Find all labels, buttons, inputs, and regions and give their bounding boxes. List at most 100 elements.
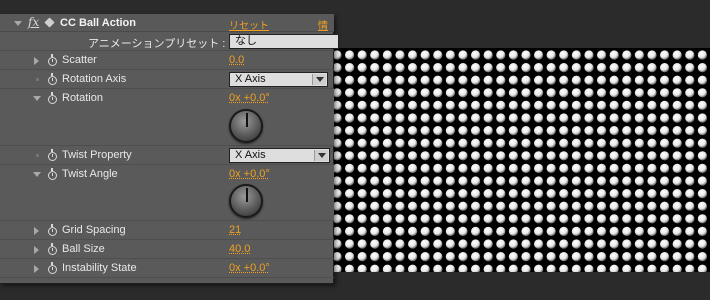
ball	[445, 88, 455, 98]
ball	[660, 189, 670, 199]
ball	[445, 239, 455, 249]
collapse-triangle-icon[interactable]	[33, 172, 41, 177]
collapse-triangle-icon[interactable]	[14, 21, 22, 26]
stopwatch-icon[interactable]	[48, 73, 57, 85]
stopwatch-icon[interactable]	[48, 243, 57, 255]
expand-triangle-icon[interactable]	[34, 227, 39, 235]
ball	[458, 226, 468, 236]
scatter-value[interactable]: 0.0	[229, 54, 244, 66]
animation-preset-dropdown[interactable]: なし	[229, 34, 339, 49]
ball	[672, 214, 682, 224]
ball	[521, 75, 531, 85]
ball	[697, 63, 707, 73]
ball	[483, 113, 493, 123]
ball	[571, 163, 581, 173]
ball	[609, 226, 619, 236]
ball	[571, 151, 581, 161]
ball	[609, 163, 619, 173]
ball	[382, 151, 392, 161]
ball	[647, 100, 657, 110]
ball	[622, 151, 632, 161]
ball	[345, 63, 355, 73]
ball	[672, 226, 682, 236]
expand-triangle-icon[interactable]	[34, 57, 39, 65]
ball	[609, 189, 619, 199]
ball	[546, 138, 556, 148]
ball	[685, 138, 695, 148]
twist-angle-dial[interactable]	[229, 184, 263, 218]
ball	[660, 176, 670, 186]
ball-size-value[interactable]: 40.0	[229, 243, 250, 255]
ball	[433, 138, 443, 148]
ball	[471, 113, 481, 123]
ball	[597, 163, 607, 173]
ball	[672, 75, 682, 85]
ball	[483, 100, 493, 110]
instability-state-label: Instability State	[62, 262, 137, 274]
ball	[685, 88, 695, 98]
ball	[597, 88, 607, 98]
stopwatch-icon[interactable]	[48, 54, 57, 66]
twist-angle-value[interactable]: 0x +0.0°	[229, 168, 270, 180]
ball	[433, 226, 443, 236]
ball	[534, 151, 544, 161]
stopwatch-icon[interactable]	[48, 168, 57, 180]
ball	[634, 176, 644, 186]
ball	[508, 50, 518, 60]
expand-triangle-icon[interactable]	[34, 246, 39, 254]
reset-link[interactable]: リセット	[229, 17, 269, 32]
ball	[433, 201, 443, 211]
twist-property-dropdown[interactable]: X Axis	[229, 148, 330, 163]
ball	[609, 239, 619, 249]
composition-preview[interactable]	[330, 48, 710, 272]
stopwatch-icon[interactable]	[48, 92, 57, 104]
ball	[672, 113, 682, 123]
ball	[420, 138, 430, 148]
ball	[584, 214, 594, 224]
ball	[622, 100, 632, 110]
bullet-icon	[36, 154, 39, 157]
ball	[634, 113, 644, 123]
fx-toggle-icon[interactable]: fx	[28, 15, 39, 29]
ball	[697, 252, 707, 262]
rotation-value[interactable]: 0x +0.0°	[229, 92, 270, 104]
ball	[622, 226, 632, 236]
rotation-dial[interactable]	[229, 109, 263, 143]
instability-state-value[interactable]: 0x +0.0°	[229, 262, 270, 274]
ball	[483, 163, 493, 173]
animation-preset-row: アニメーションプリセット : なし	[0, 32, 339, 51]
ball	[345, 264, 355, 272]
ball	[408, 151, 418, 161]
ball	[345, 126, 355, 136]
collapse-triangle-icon[interactable]	[33, 96, 41, 101]
expand-triangle-icon[interactable]	[34, 265, 39, 273]
rotation-axis-dropdown[interactable]: X Axis	[229, 72, 328, 87]
stopwatch-icon[interactable]	[48, 224, 57, 236]
ball	[508, 264, 518, 272]
ball	[534, 201, 544, 211]
grid-spacing-value[interactable]: 21	[229, 224, 241, 236]
ball	[508, 214, 518, 224]
chevron-down-icon	[314, 150, 328, 161]
ball	[445, 176, 455, 186]
ball	[622, 239, 632, 249]
ball	[697, 239, 707, 249]
ball	[597, 201, 607, 211]
ball	[660, 226, 670, 236]
ball	[546, 252, 556, 262]
ball	[483, 151, 493, 161]
ball	[521, 176, 531, 186]
ball	[408, 63, 418, 73]
ball	[445, 214, 455, 224]
ball	[420, 214, 430, 224]
stopwatch-icon[interactable]	[48, 262, 57, 274]
stopwatch-icon[interactable]	[48, 149, 57, 161]
ball	[471, 100, 481, 110]
ball	[382, 113, 392, 123]
ball	[609, 138, 619, 148]
ball	[584, 264, 594, 272]
ball	[357, 214, 367, 224]
ball	[609, 63, 619, 73]
ball	[622, 88, 632, 98]
effect-header-row[interactable]: fx CC Ball Action リセット 情報	[0, 14, 334, 47]
